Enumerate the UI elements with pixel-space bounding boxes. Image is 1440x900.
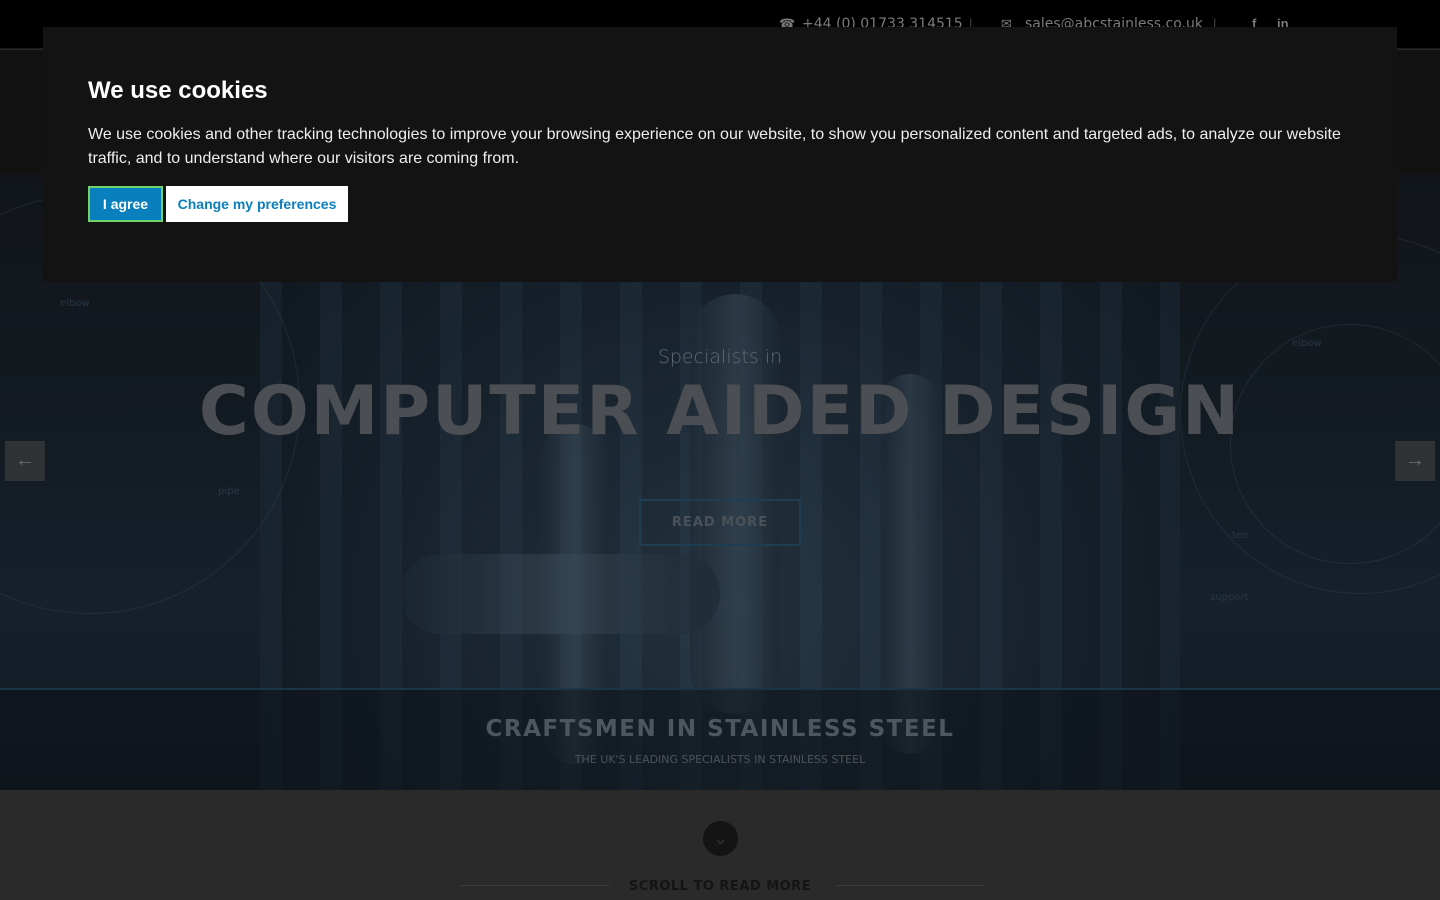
agree-button[interactable]: I agree xyxy=(88,186,163,222)
tagline-strip: CRAFTSMEN IN STAINLESS STEEL THE UK'S LE… xyxy=(0,688,1440,790)
arrow-left-icon: ← xyxy=(15,449,35,471)
page: ☎ +44 (0) 01733 314515 | ✉ sales@abcstai… xyxy=(0,0,1440,900)
tagline-title: CRAFTSMEN IN STAINLESS STEEL xyxy=(485,716,955,742)
scroll-section: ⌄ SCROLL TO READ MORE xyxy=(0,790,1440,900)
chevron-glyph: ⌄ xyxy=(713,829,728,848)
slider-next-button[interactable]: → xyxy=(1395,441,1435,481)
cookie-title: We use cookies xyxy=(88,77,268,104)
tagline-subtitle: THE UK'S LEADING SPECIALISTS IN STAINLES… xyxy=(574,753,866,766)
change-preferences-button[interactable]: Change my preferences xyxy=(166,186,348,222)
scroll-to-read-more[interactable]: SCROLL TO READ MORE xyxy=(0,879,1440,894)
hero-subtitle: Specialists in xyxy=(657,346,783,368)
hero-title: COMPUTER AIDED DESIGN xyxy=(198,372,1242,451)
chevron-down-icon[interactable]: ⌄ xyxy=(703,821,738,856)
arrow-right-icon: → xyxy=(1405,449,1425,471)
slider-prev-button[interactable]: ← xyxy=(5,441,45,481)
cookie-banner: We use cookies We use cookies and other … xyxy=(43,27,1397,282)
cookie-text: We use cookies and other tracking techno… xyxy=(88,126,1341,167)
read-more-button[interactable]: READ MORE xyxy=(639,499,801,546)
